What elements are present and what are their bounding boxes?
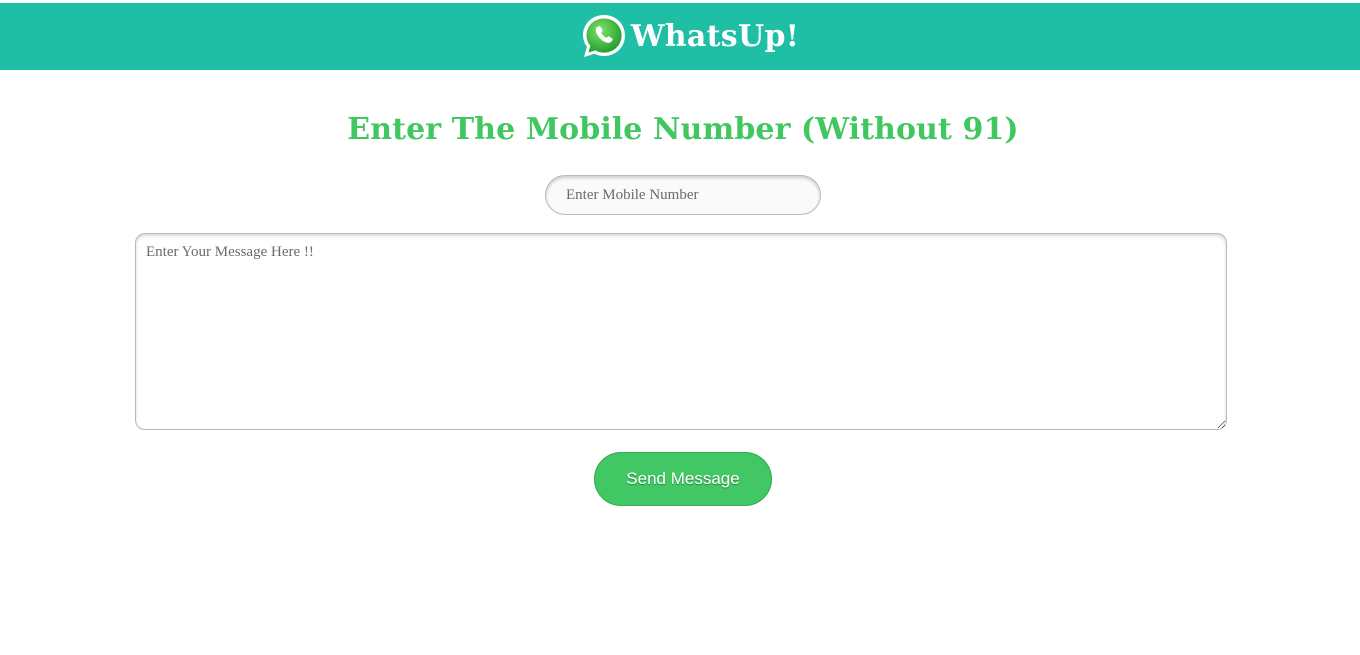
message-textarea[interactable]	[135, 233, 1227, 430]
brand: WhatsUp!	[581, 14, 799, 60]
mobile-number-input[interactable]	[545, 175, 821, 215]
brand-name: WhatsUp!	[630, 19, 800, 54]
whatsapp-logo-icon	[581, 12, 627, 60]
page-title: Enter The Mobile Number (Without 91)	[347, 112, 1019, 147]
app-header: WhatsUp!	[0, 3, 1360, 70]
send-message-button[interactable]: Send Message	[594, 452, 772, 506]
